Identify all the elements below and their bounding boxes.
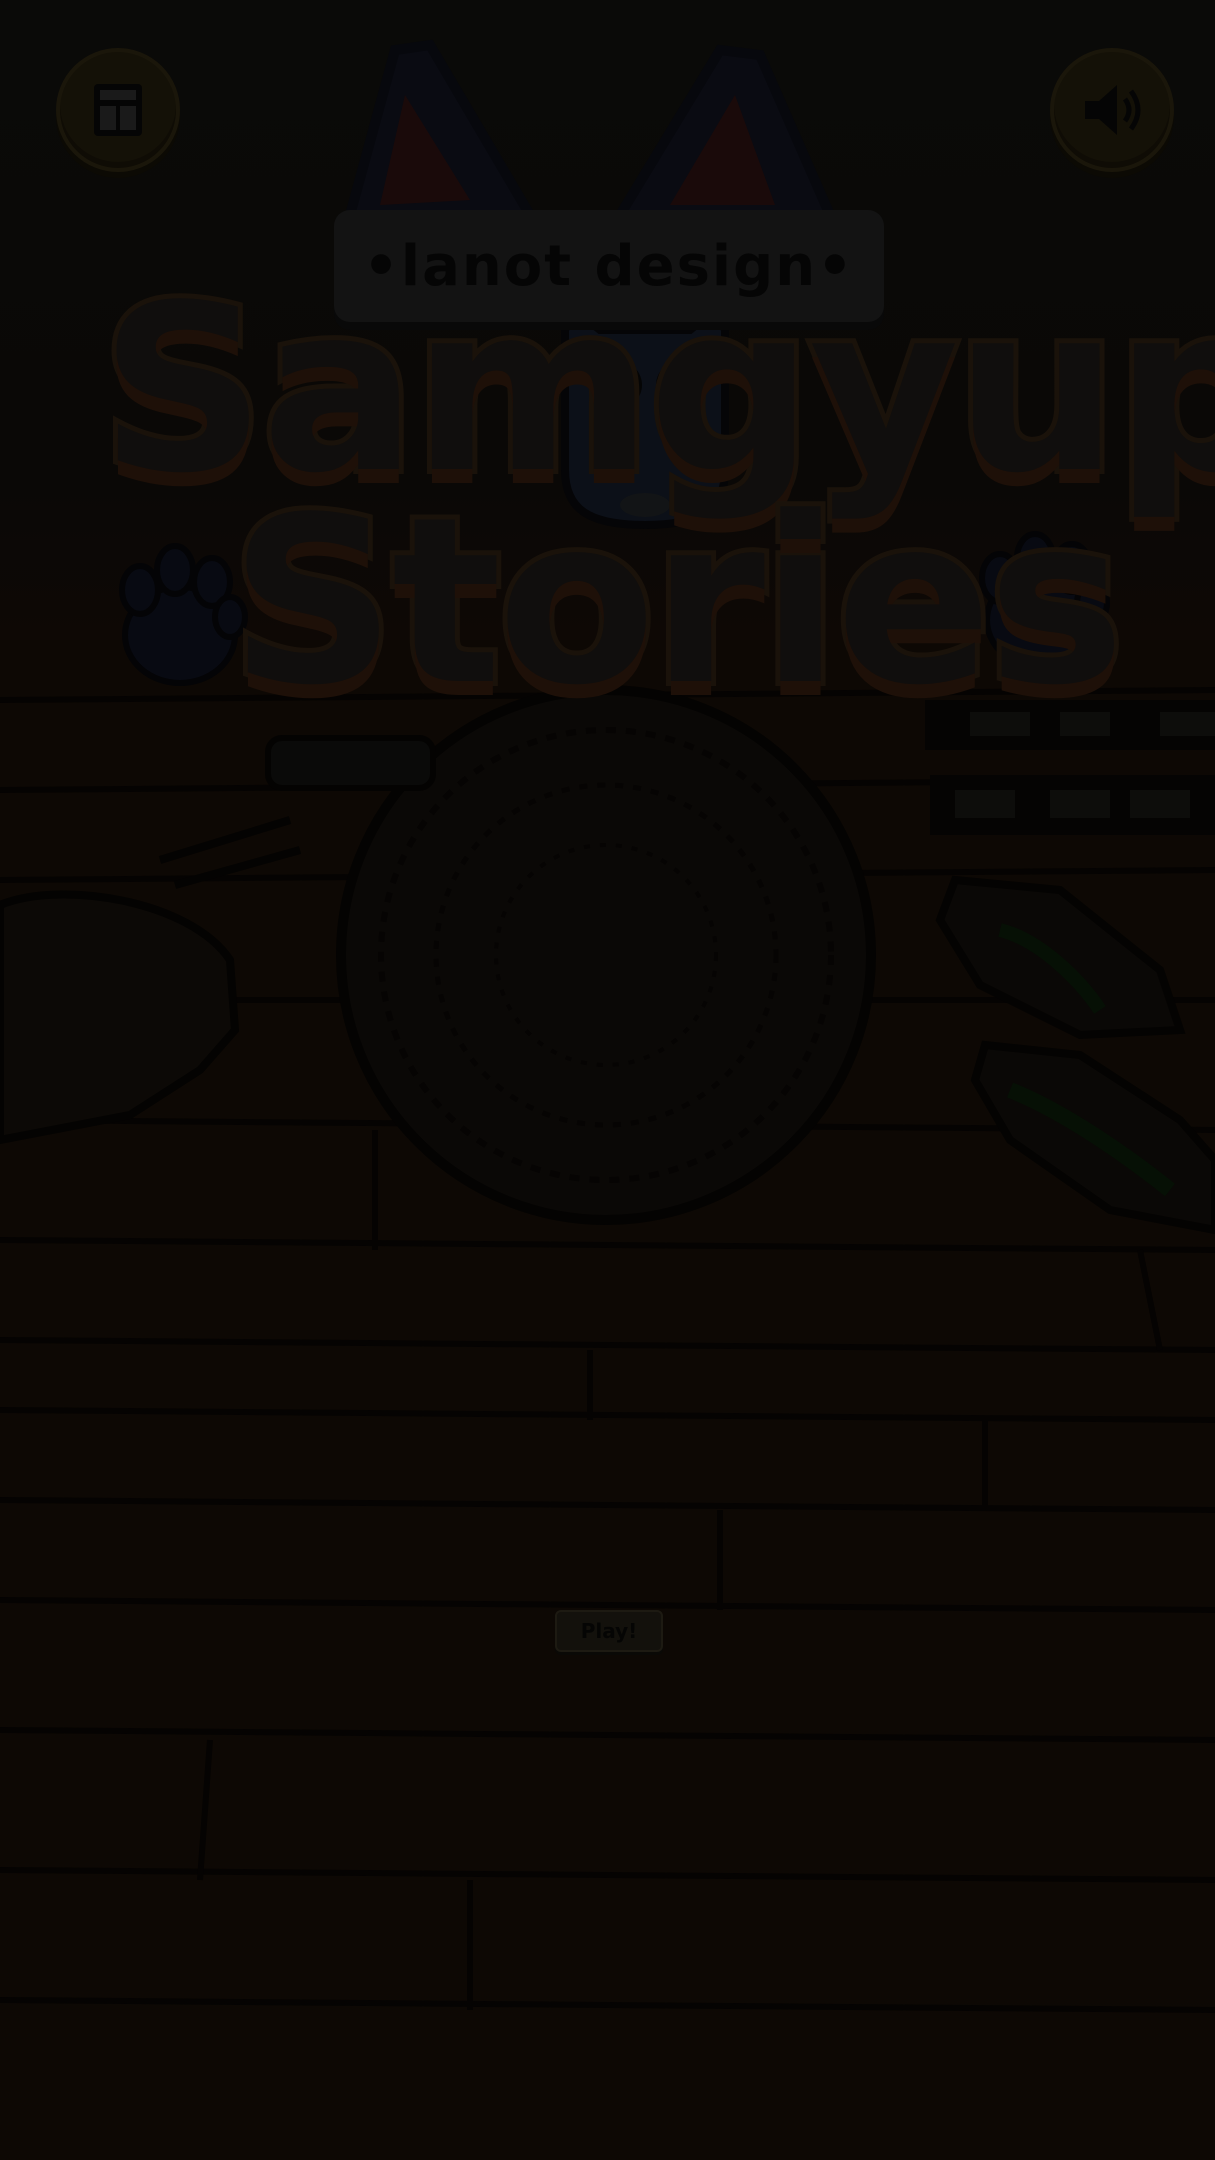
game-title-line2: Stories <box>225 469 1130 736</box>
play-button-label: Play! <box>580 1619 638 1643</box>
play-button[interactable]: Play! <box>555 1610 663 1652</box>
cat-ears <box>343 39 838 220</box>
speaker-volume-icon <box>1085 85 1141 135</box>
menu-button[interactable] <box>56 48 180 172</box>
sound-button[interactable] <box>1050 48 1174 172</box>
menu-card-icon <box>94 84 142 136</box>
small-tray <box>265 735 436 791</box>
paw-print-left <box>119 543 248 686</box>
game-screen: •lanot design• Samgyup Stories Play! <box>0 0 1215 2160</box>
